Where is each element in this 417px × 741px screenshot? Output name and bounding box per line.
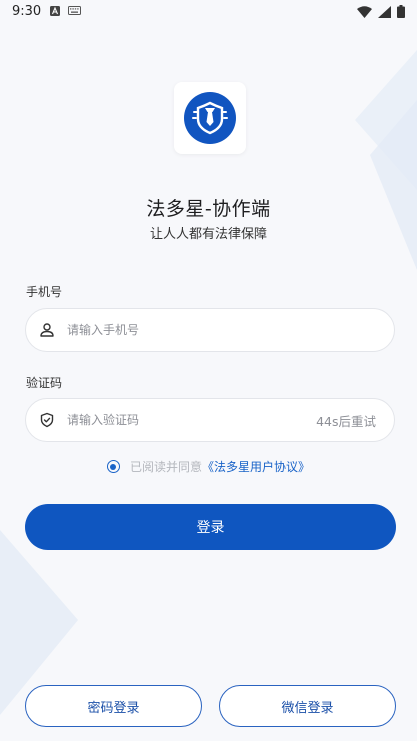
shield-check-icon	[39, 412, 55, 428]
status-bar: 9:30	[0, 0, 417, 26]
code-input[interactable]	[67, 413, 317, 427]
agreement-row: 已阅读并同意 《法多星用户协议》	[0, 458, 417, 475]
wechat-login-button[interactable]: 微信登录	[219, 685, 396, 727]
code-input-box[interactable]: 44s后重试	[25, 398, 395, 442]
app-title: 法多星-协作端	[146, 198, 271, 220]
resend-countdown[interactable]: 44s后重试	[316, 411, 376, 430]
background-decoration-top-right	[355, 50, 417, 270]
code-label: 验证码	[26, 376, 63, 390]
wifi-icon	[357, 5, 372, 18]
agreement-radio[interactable]	[106, 460, 120, 473]
app-subtitle: 让人人都有法律保障	[149, 227, 267, 242]
phone-input[interactable]	[67, 323, 394, 337]
notification-a-icon	[50, 6, 60, 16]
agreement-text: 已阅读并同意	[129, 460, 202, 474]
keyboard-icon	[68, 6, 81, 15]
status-left-icons	[50, 6, 81, 16]
status-time: 9:30	[12, 4, 42, 19]
agreement-link[interactable]: 《法多星用户协议》	[202, 458, 310, 475]
user-icon	[39, 322, 55, 338]
phone-input-box[interactable]	[25, 308, 395, 352]
signal-icon	[378, 5, 391, 18]
battery-icon	[397, 5, 405, 18]
shield-tie-logo-icon	[184, 92, 236, 144]
password-login-button[interactable]: 密码登录	[25, 685, 202, 727]
status-right-icons	[357, 5, 405, 18]
login-button[interactable]: 登录	[25, 504, 396, 550]
phone-label: 手机号	[26, 285, 63, 299]
radio-checked-dot	[110, 463, 117, 470]
app-logo	[174, 82, 246, 154]
